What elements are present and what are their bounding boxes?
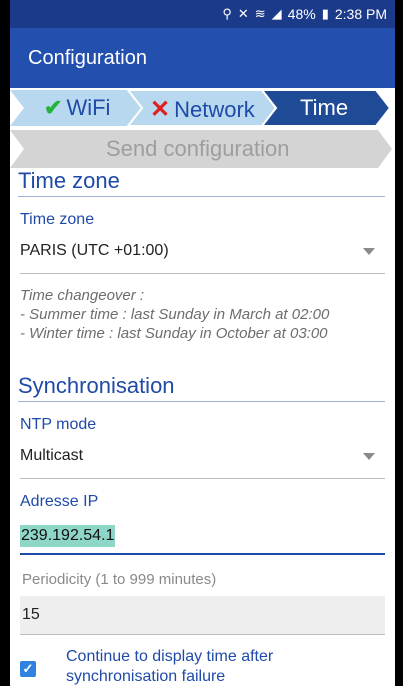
continue-line-2: synchronisation failure — [66, 668, 226, 685]
step-wifi-label: WiFi — [66, 95, 111, 120]
step-network[interactable]: ✕ Network — [150, 95, 255, 124]
periodicity-label: Periodicity (1 to 999 minutes) — [22, 571, 217, 588]
app-title: Configuration — [28, 46, 147, 69]
step-network-label: Network — [174, 96, 255, 122]
ntp-mode-value: Multicast — [20, 447, 84, 464]
synchronisation-section-title: Synchronisation — [18, 373, 385, 402]
step-wifi[interactable]: ✔ WiFi — [44, 95, 110, 121]
time-zone-select[interactable]: PARIS (UTC +01:00) — [20, 229, 385, 274]
chevron-down-icon — [363, 452, 375, 460]
periodicity-value: 15 — [22, 606, 40, 623]
continue-display-checkbox[interactable]: ✓ — [20, 661, 36, 677]
check-icon: ✔ — [44, 95, 63, 120]
periodicity-input[interactable]: 15 — [20, 596, 385, 635]
ntp-mode-label: NTP mode — [20, 416, 97, 433]
note-heading: Time changeover : — [20, 287, 145, 304]
time-changeover-note: Time changeover : - Summer time : last S… — [20, 286, 385, 343]
ip-address-field[interactable]: 239.192.54.1 — [20, 519, 385, 555]
continue-display-label: Continue to display time after synchroni… — [66, 647, 273, 686]
battery-level: 48% — [287, 6, 316, 22]
app-bar: Configuration — [10, 28, 395, 88]
time-zone-value: PARIS (UTC +01:00) — [20, 242, 169, 259]
checkmark-icon: ✓ — [22, 661, 34, 676]
step-time[interactable]: Time — [300, 95, 348, 121]
ip-address-label: Adresse IP — [20, 493, 99, 510]
continue-display-option[interactable]: ✓ Continue to display time after synchro… — [20, 647, 385, 686]
chevron-down-icon — [363, 247, 375, 255]
location-icon: ⚲ — [222, 6, 232, 21]
note-summer: - Summer time : last Sunday in March at … — [20, 306, 330, 323]
step-time-label: Time — [300, 95, 349, 120]
ntp-mode-select[interactable]: Multicast — [20, 434, 385, 479]
step-send[interactable]: Send configuration — [106, 136, 289, 162]
status-bar: ⚲ ✕ ≋ ◢ 48% ▮ 2:38 PM — [10, 0, 395, 28]
phone-bezel-left — [0, 0, 10, 686]
phone-bezel-right — [395, 0, 403, 686]
wizard-steps: ✔ WiFi ✕ Network Time Send configuration — [10, 88, 395, 168]
continue-line-1: Continue to display time after — [66, 648, 274, 665]
periodicity-field[interactable]: Periodicity (1 to 999 minutes) 15 — [20, 565, 385, 635]
time-zone-section-title: Time zone — [18, 168, 385, 197]
error-x-icon: ✕ — [150, 96, 171, 123]
mute-vibrate-icon: ✕ — [237, 6, 249, 21]
note-winter: - Winter time : last Sunday in October a… — [20, 325, 328, 342]
ip-address-value: 239.192.54.1 — [20, 525, 116, 547]
clock: 2:38 PM — [334, 6, 387, 22]
configuration-form: ✔ WiFi ✕ Network Time Send configuration… — [10, 88, 395, 686]
battery-icon: ▮ — [321, 6, 329, 21]
signal-icon: ◢ — [271, 6, 282, 21]
wifi-icon: ≋ — [254, 6, 266, 21]
step-send-label: Send configuration — [106, 136, 290, 161]
time-zone-label: Time zone — [20, 211, 95, 228]
